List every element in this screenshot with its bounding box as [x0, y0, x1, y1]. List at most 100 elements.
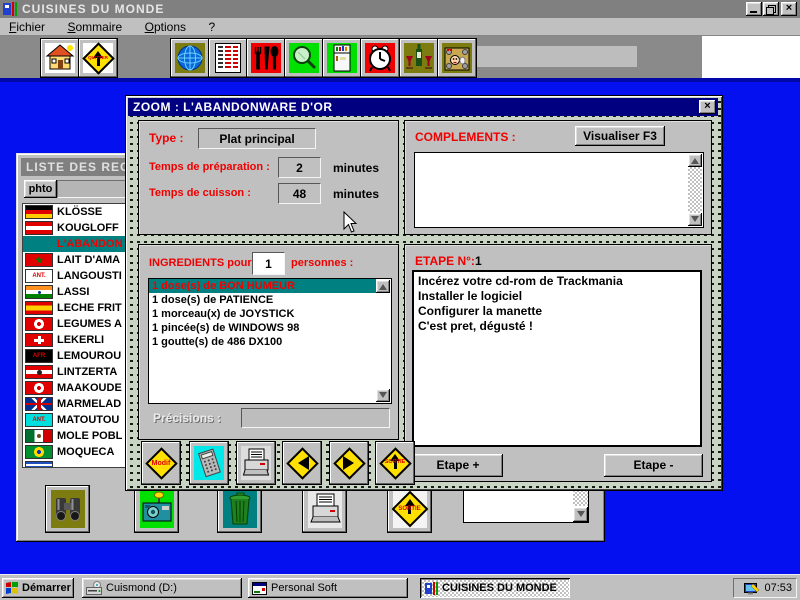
- task-cuismond[interactable]: Cuismond (D:): [82, 578, 242, 598]
- type-field[interactable]: Plat principal: [198, 128, 316, 149]
- bottom-listbox[interactable]: [463, 487, 589, 523]
- binoculars-button[interactable]: [45, 485, 90, 533]
- complements-scrollbar[interactable]: [688, 154, 702, 226]
- flag-austria-eagle-icon: [26, 366, 52, 378]
- quit-button[interactable]: QUITTER: [78, 38, 118, 78]
- gadget-icon: [442, 43, 472, 73]
- flag-antilles-icon: ANT.: [26, 270, 52, 282]
- print-list-button[interactable]: [302, 485, 347, 533]
- cook-minutes-label: minutes: [333, 187, 379, 201]
- task-cuisines-du-monde[interactable]: CUISINES DU MONDE: [420, 578, 570, 598]
- close-button[interactable]: ×: [781, 2, 797, 16]
- task-label: CUISINES DU MONDE: [442, 582, 557, 594]
- scroll-up-arrow[interactable]: [376, 280, 390, 293]
- flag-brazil-icon: [26, 446, 52, 458]
- type-label: Type :: [149, 131, 183, 145]
- ingredients-scrollbar[interactable]: [376, 280, 390, 402]
- quitter-sign-icon: QUITTER: [83, 43, 113, 73]
- menu-help[interactable]: ?: [199, 18, 224, 36]
- camera-icon: [140, 490, 174, 528]
- home-icon: [45, 43, 75, 73]
- minimize-button[interactable]: [746, 2, 762, 16]
- gadget-button[interactable]: [437, 38, 477, 78]
- etape-minus-button[interactable]: Etape -: [604, 454, 703, 477]
- ingredients-for-label: INGREDIENTS pour: [149, 257, 252, 269]
- scroll-up-arrow[interactable]: [688, 154, 702, 167]
- ingredient-row[interactable]: 1 pincée(s) de WINDOWS 98: [149, 321, 376, 335]
- complements-label: COMPLEMENTS :: [415, 130, 516, 144]
- ingredient-row[interactable]: 1 morceau(x) de JOYSTICK: [149, 307, 376, 321]
- globe-icon: [175, 43, 205, 73]
- precisions-field[interactable]: [241, 408, 390, 428]
- list-button[interactable]: [208, 38, 248, 78]
- fridge-button[interactable]: [322, 38, 362, 78]
- scroll-track[interactable]: [376, 293, 390, 389]
- timer-button[interactable]: [360, 38, 400, 78]
- dialog-close-button[interactable]: ×: [699, 100, 716, 114]
- menu-options[interactable]: Options: [136, 18, 195, 36]
- scroll-track[interactable]: [688, 167, 702, 213]
- etape-line: Configurer la manette: [418, 304, 696, 319]
- search-button[interactable]: [284, 38, 324, 78]
- home-button[interactable]: [40, 38, 80, 78]
- task-label: Personal Soft: [271, 582, 337, 594]
- delete-button[interactable]: [217, 485, 262, 533]
- visualiser-button[interactable]: Visualiser F3: [575, 126, 665, 146]
- system-tray: 07:53: [733, 578, 797, 598]
- main-window-title: CUISINES DU MONDE: [22, 2, 164, 16]
- ingredients-listbox[interactable]: 1 dose(s) de BON HUMEUR 1 dose(s) de PAT…: [148, 278, 392, 404]
- ingredient-row[interactable]: 1 goutte(s) de 486 DX100: [149, 335, 376, 349]
- task-personal-soft[interactable]: Personal Soft: [248, 578, 408, 598]
- menu-fichier[interactable]: Fichier: [0, 18, 54, 36]
- recipes-window-title: LISTE DES RECE: [26, 160, 139, 174]
- sortie-list-button[interactable]: SORTIE: [387, 485, 432, 533]
- camera-button[interactable]: [134, 485, 179, 533]
- start-button[interactable]: Démarrer: [2, 578, 74, 598]
- cook-time-label: Temps de cuisson :: [149, 187, 251, 199]
- cd-drive-icon: [86, 581, 102, 595]
- scroll-down-arrow[interactable]: [376, 389, 390, 402]
- fridge-icon: [327, 43, 357, 73]
- printer-icon: [241, 446, 271, 480]
- cutlery-button[interactable]: [246, 38, 286, 78]
- persons-field[interactable]: 1: [252, 252, 285, 275]
- menu-sommaire[interactable]: Sommaire: [58, 18, 131, 36]
- complements-textarea[interactable]: [414, 152, 704, 228]
- bottom-listbox-scroll-down[interactable]: [573, 507, 588, 522]
- modify-button[interactable]: Modif: [141, 441, 181, 485]
- flag-antilles-cyan-icon: ANT.: [26, 414, 52, 426]
- zoom-dialog: ZOOM : L'ABANDONWARE D'OR × Type : Plat …: [125, 95, 723, 491]
- flag-morocco-icon: [26, 254, 52, 266]
- etape-line: Installer le logiciel: [418, 289, 696, 304]
- task-label: Cuismond (D:): [106, 582, 177, 594]
- ingredient-row[interactable]: 1 dose(s) de PATIENCE: [149, 293, 376, 307]
- photo-header-button[interactable]: phto: [24, 180, 57, 198]
- arrow-left-sign-icon: [287, 446, 317, 480]
- dialog-titlebar[interactable]: ZOOM : L'ABANDONWARE D'OR: [128, 98, 718, 116]
- etape-plus-button[interactable]: Etape +: [413, 454, 503, 477]
- cook-time-field[interactable]: 48: [278, 183, 321, 204]
- search-icon: [289, 43, 319, 73]
- ingredient-row-selected[interactable]: 1 dose(s) de BON HUMEUR: [149, 279, 376, 293]
- scroll-down-arrow[interactable]: [688, 213, 702, 226]
- start-label: Démarrer: [22, 582, 71, 594]
- wine-button[interactable]: [399, 38, 439, 78]
- etape-textarea[interactable]: Incérez votre cd-rom de Trackmania Insta…: [412, 270, 702, 447]
- toolbar-right-panel: [702, 36, 800, 78]
- flag-tunisia-icon: [26, 318, 52, 330]
- calculator-button[interactable]: [189, 441, 229, 485]
- cutlery-icon: [251, 43, 281, 73]
- next-recipe-button[interactable]: [329, 441, 369, 485]
- restore-button[interactable]: [763, 2, 779, 16]
- menubar: Fichier Sommaire Options ?: [0, 18, 800, 36]
- prep-time-field[interactable]: 2: [278, 157, 321, 178]
- flag-spain-icon: [26, 302, 52, 314]
- sortie-dialog-button[interactable]: SORTIE: [375, 441, 415, 485]
- world-button[interactable]: [170, 38, 210, 78]
- sortie-sign-icon: SORTIE: [380, 446, 410, 480]
- print-recipe-button[interactable]: [236, 441, 276, 485]
- printer-icon: [308, 490, 342, 528]
- etape-line: C'est pret, dégusté !: [418, 319, 696, 334]
- previous-recipe-button[interactable]: [282, 441, 322, 485]
- tray-display-icon[interactable]: [744, 581, 760, 595]
